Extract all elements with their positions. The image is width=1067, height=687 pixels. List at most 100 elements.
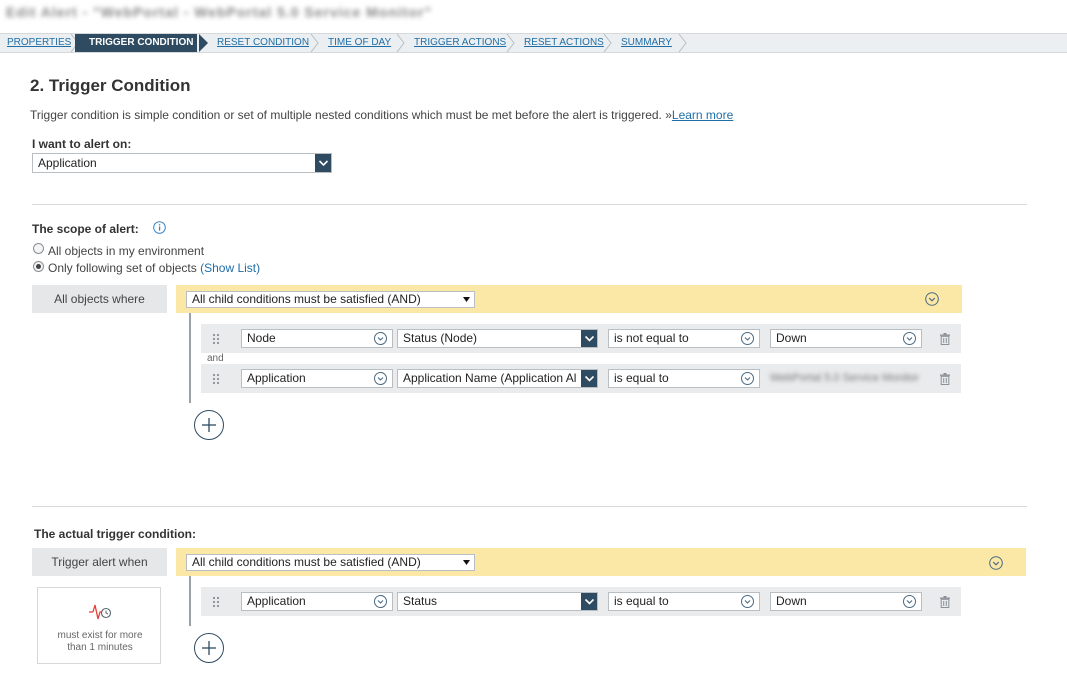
condition-row: Application Application Name (Applicatio… — [201, 364, 961, 393]
chevron-right-icon — [310, 34, 319, 52]
duration-box[interactable]: must exist for more than 1 minutes — [37, 587, 161, 664]
radio-only-following-label: Only following set of objects — [48, 261, 197, 275]
alert-on-select[interactable]: Application — [32, 153, 332, 173]
page-title: 2. Trigger Condition — [30, 76, 191, 95]
scope-label: The scope of alert: — [32, 222, 139, 236]
radio-only-following-row: Only following set of objects (Show List… — [48, 261, 260, 275]
object-value: Application — [247, 371, 306, 385]
and-joiner: and — [207, 353, 224, 364]
description-text: Trigger condition is simple condition or… — [30, 108, 672, 122]
chevron-down-icon — [374, 595, 387, 608]
step-time-of-day[interactable]: TIME OF DAY — [328, 34, 391, 52]
operator-select[interactable]: is not equal to — [608, 329, 760, 348]
add-condition-button[interactable] — [194, 410, 224, 440]
add-condition-button[interactable] — [194, 633, 224, 663]
chevron-down-icon — [584, 375, 595, 382]
caret-down-icon — [463, 297, 470, 302]
operator-value: is not equal to — [614, 331, 689, 345]
chevron-down-icon — [374, 372, 387, 385]
tree-line — [189, 313, 191, 403]
caret-down-icon — [463, 560, 470, 565]
chevron-right-icon — [506, 34, 515, 52]
step-trigger-actions[interactable]: TRIGGER ACTIONS — [414, 34, 506, 52]
field-value: Application Name (Application Al — [403, 371, 577, 385]
operator-value: is equal to — [614, 594, 669, 608]
trash-icon[interactable] — [940, 373, 950, 385]
step-summary[interactable]: SUMMARY — [621, 34, 672, 52]
operator-select[interactable]: is equal to — [608, 592, 760, 611]
chevron-down-icon — [741, 332, 754, 345]
step-reset-actions[interactable]: RESET ACTIONS — [524, 34, 604, 52]
wizard-steps: PROPERTIES TRIGGER CONDITION RESET CONDI… — [0, 33, 1067, 53]
step-reset-condition[interactable]: RESET CONDITION — [217, 34, 309, 52]
show-list-link[interactable]: (Show List) — [200, 261, 260, 275]
step-trigger-condition[interactable]: TRIGGER CONDITION — [75, 34, 198, 52]
collapse-group-icon[interactable] — [925, 292, 939, 306]
radio-only-following[interactable] — [33, 261, 44, 272]
object-value: Application — [247, 594, 306, 608]
info-icon[interactable] — [153, 221, 166, 234]
object-select[interactable]: Application — [241, 369, 393, 388]
divider — [32, 506, 1027, 507]
chevron-right-icon — [603, 34, 612, 52]
operator-select[interactable]: is equal to — [608, 369, 760, 388]
chevron-down-icon — [584, 598, 595, 605]
value-value: Down — [776, 331, 807, 345]
trigger-group-value: All child conditions must be satisfied (… — [192, 555, 421, 569]
dropdown-button[interactable] — [581, 370, 597, 387]
radio-all-objects[interactable] — [33, 243, 44, 254]
alert-on-label: I want to alert on: — [32, 137, 132, 151]
trigger-group-select[interactable]: All child conditions must be satisfied (… — [186, 554, 475, 571]
dropdown-button[interactable] — [581, 593, 597, 610]
object-select[interactable]: Application — [241, 592, 393, 611]
condition-row: Application Status is equal to Down — [201, 587, 961, 616]
dropdown-button[interactable] — [581, 330, 597, 347]
object-select[interactable]: Node — [241, 329, 393, 348]
chevron-right-icon — [396, 34, 405, 52]
chevron-down-icon — [374, 332, 387, 345]
object-value: Node — [247, 331, 276, 345]
plus-icon — [202, 641, 216, 655]
field-select[interactable]: Status — [397, 592, 598, 611]
alert-on-value: Application — [38, 156, 97, 170]
time-condition-icon — [89, 604, 112, 620]
value-text-blurred[interactable]: WebPortal 5.0 Service Monitor — [770, 372, 922, 386]
section-description: Trigger condition is simple condition or… — [30, 108, 733, 122]
trash-icon[interactable] — [940, 596, 950, 608]
duration-text: must exist for more than 1 minutes — [57, 630, 143, 653]
scope-group-bar: All child conditions must be satisfied (… — [176, 285, 962, 313]
where-label: All objects where — [32, 285, 167, 313]
drag-handle-icon[interactable] — [212, 596, 220, 608]
learn-more-link[interactable]: Learn more — [672, 108, 733, 122]
dropdown-button[interactable] — [315, 154, 331, 172]
operator-value: is equal to — [614, 371, 669, 385]
scope-group-select[interactable]: All child conditions must be satisfied (… — [186, 291, 475, 308]
chevron-down-icon — [584, 335, 595, 342]
window-title: Edit Alert - "WebPortal - WebPortal 5.0 … — [6, 4, 433, 20]
chevron-down-icon — [318, 160, 329, 167]
drag-handle-icon[interactable] — [212, 373, 220, 385]
trigger-when-label: Trigger alert when — [32, 548, 167, 576]
divider — [32, 204, 1027, 205]
value-value: Down — [776, 594, 807, 608]
field-select[interactable]: Status (Node) — [397, 329, 598, 348]
chevron-down-icon — [741, 595, 754, 608]
radio-all-objects-label: All objects in my environment — [48, 244, 205, 258]
drag-handle-icon[interactable] — [212, 333, 220, 345]
step-properties[interactable]: PROPERTIES — [7, 34, 71, 52]
value-select[interactable]: Down — [770, 592, 922, 611]
trigger-label: The actual trigger condition: — [34, 527, 197, 541]
condition-row: Node Status (Node) is not equal to Down — [201, 324, 961, 353]
value-select[interactable]: Down — [770, 329, 922, 348]
chevron-down-icon — [741, 372, 754, 385]
plus-icon — [202, 418, 216, 432]
collapse-group-icon[interactable] — [989, 556, 1003, 570]
field-select[interactable]: Application Name (Application Al — [397, 369, 598, 388]
scope-group-value: All child conditions must be satisfied (… — [192, 292, 421, 306]
field-value: Status — [403, 594, 438, 608]
chevron-right-icon — [678, 34, 687, 52]
tree-line — [189, 576, 191, 626]
field-value: Status (Node) — [403, 331, 478, 345]
trash-icon[interactable] — [940, 333, 950, 345]
chevron-down-icon — [903, 595, 916, 608]
